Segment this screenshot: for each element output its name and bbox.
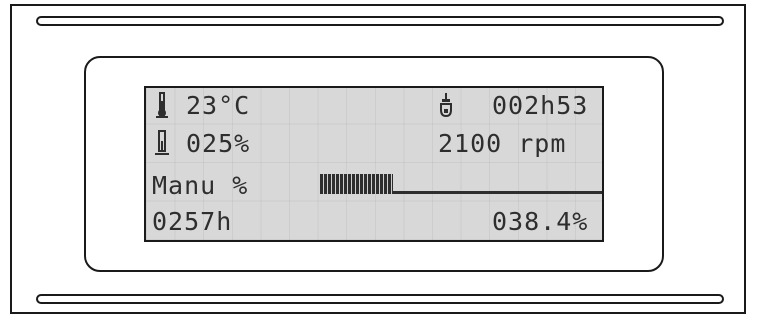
timer-readout: 002h53 bbox=[492, 91, 589, 120]
top-vent-slot bbox=[36, 16, 724, 26]
mode-label: Manu % bbox=[152, 171, 249, 200]
load-readout: 025% bbox=[186, 129, 251, 158]
lcd-bezel: 23°C 002h53 025% 2100 rpm Manu % 0257h 0… bbox=[84, 56, 664, 272]
percent-readout: 038.4% bbox=[492, 207, 589, 236]
bar-gauge-icon bbox=[155, 130, 169, 155]
thermometer-icon bbox=[156, 92, 168, 118]
lcd-screen: 23°C 002h53 025% 2100 rpm Manu % 0257h 0… bbox=[144, 86, 604, 242]
hourglass-icon bbox=[440, 93, 452, 118]
progress-bar bbox=[320, 174, 602, 200]
hours-readout: 0257h bbox=[152, 207, 233, 236]
device-panel: 23°C 002h53 025% 2100 rpm Manu % 0257h 0… bbox=[10, 4, 746, 314]
temperature-readout: 23°C bbox=[186, 91, 251, 120]
progress-bar-fill bbox=[320, 174, 393, 194]
bottom-vent-slot bbox=[36, 294, 724, 304]
speed-readout: 2100 rpm bbox=[438, 129, 567, 158]
